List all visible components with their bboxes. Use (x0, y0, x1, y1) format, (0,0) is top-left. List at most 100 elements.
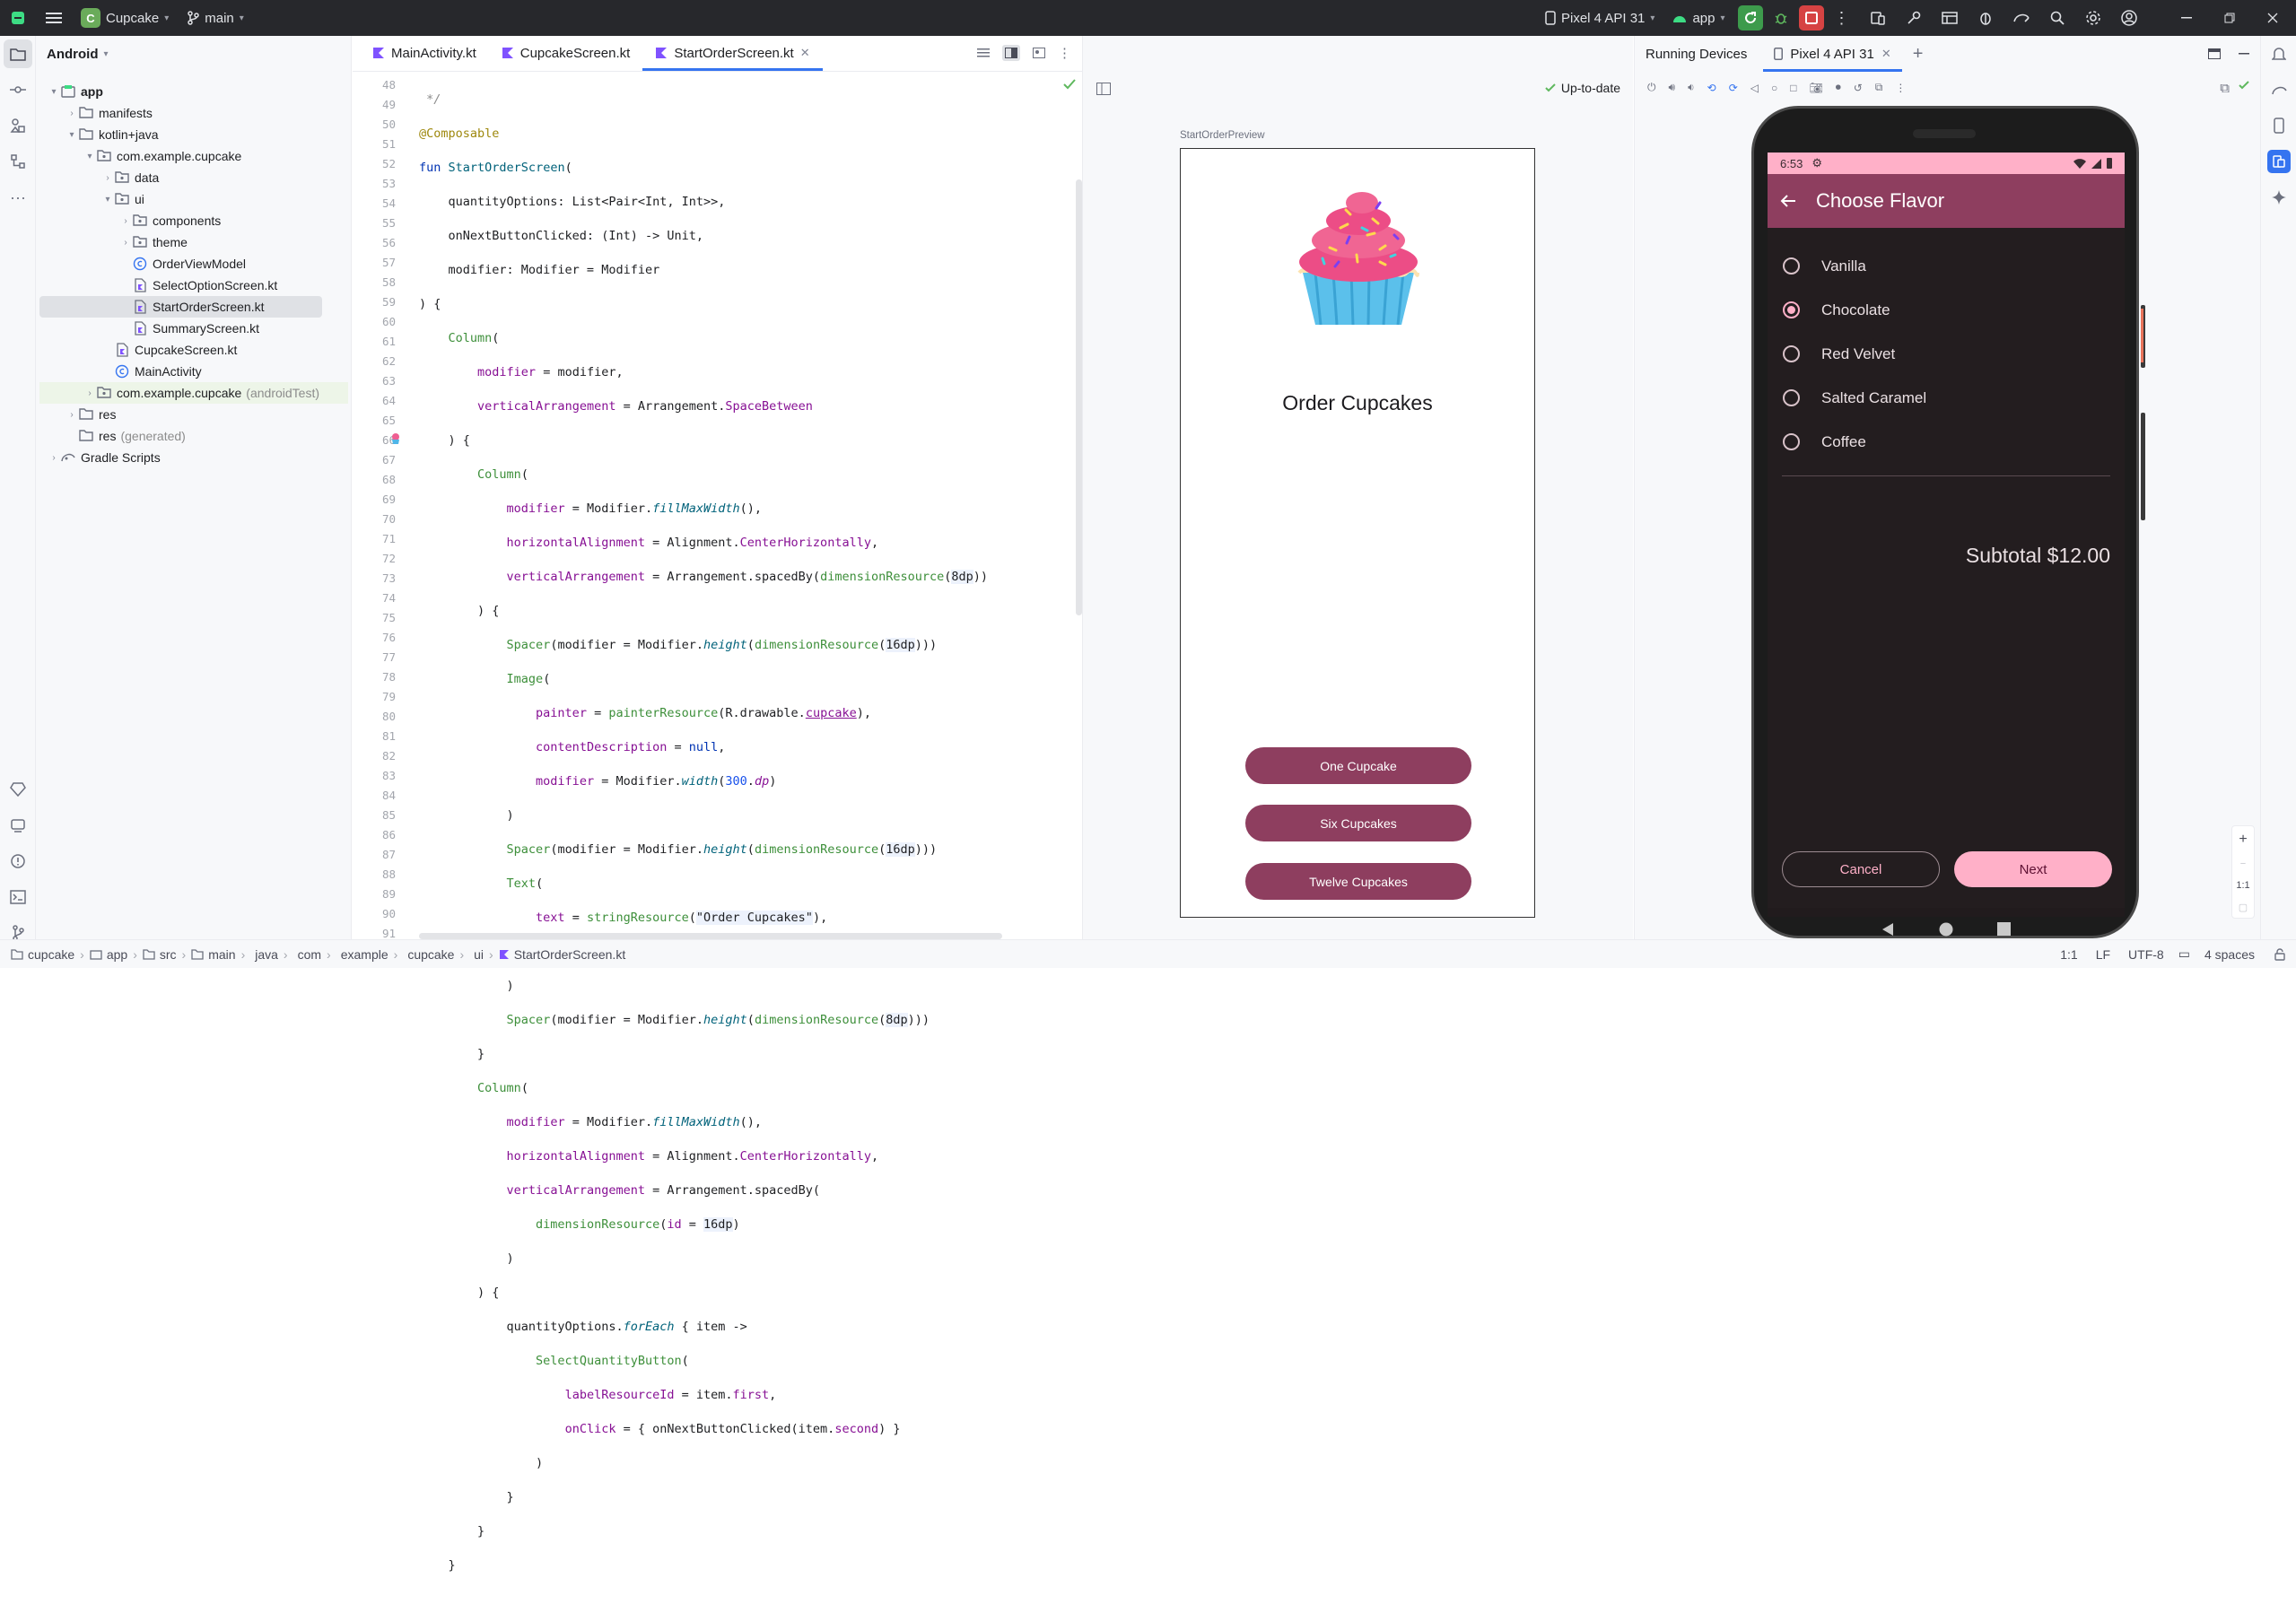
chevron-down-icon[interactable]: ▾ (100, 195, 115, 205)
tree-item[interactable]: › theme (39, 231, 348, 253)
project-view-selector[interactable]: Android ▾ (36, 36, 351, 72)
tab-cupcakescreen[interactable]: CupcakeScreen.kt (489, 35, 643, 71)
gem-icon[interactable] (0, 771, 36, 807)
project-tool-icon[interactable] (4, 39, 32, 68)
tree-item[interactable]: › com.example.cupcake (androidTest) (39, 382, 348, 404)
chevron-down-icon[interactable]: ▾ (83, 152, 97, 161)
flavor-option-salted-caramel[interactable]: Salted Caramel (1768, 376, 1926, 420)
rotate-right-icon[interactable]: ⟳ (1729, 82, 1738, 94)
reset-icon[interactable]: ↺ (1854, 82, 1863, 94)
mirror-icon[interactable]: ⧉ (2220, 81, 2230, 96)
chevron-down-icon[interactable]: ▾ (65, 130, 79, 140)
radio-button[interactable] (1783, 257, 1800, 275)
close-window-icon[interactable] (2251, 0, 2294, 36)
tree-item[interactable]: › Gradle Scripts (39, 447, 348, 468)
commit-tool-icon[interactable] (0, 72, 36, 108)
home-icon[interactable]: ○ (1771, 82, 1777, 94)
lock-icon[interactable] (2264, 947, 2296, 961)
restore-window-icon[interactable] (2208, 0, 2251, 36)
breadcrumb-item[interactable]: example (331, 947, 394, 962)
sdk-manager-icon[interactable] (1896, 0, 1932, 36)
cancel-button[interactable]: Cancel (1782, 851, 1940, 887)
power-icon[interactable]: ⏻ (1647, 81, 1656, 94)
tree-item[interactable]: ▾ app (39, 81, 348, 102)
horizontal-scrollbar[interactable] (419, 933, 1002, 939)
volume-up-icon[interactable]: 🔊︎ (1669, 81, 1676, 94)
tree-item[interactable]: CupcakeScreen.kt (39, 339, 348, 361)
indent-setting[interactable]: 4 spaces (2196, 947, 2264, 962)
zoom-out-icon[interactable]: − (2240, 853, 2246, 875)
device-manager-tool-icon[interactable] (2261, 108, 2296, 144)
zoom-in-icon[interactable]: + (2239, 826, 2247, 853)
snapshot-icon[interactable]: ⧉ (1875, 81, 1883, 94)
account-icon[interactable] (2111, 0, 2147, 36)
chevron-right-icon[interactable]: › (65, 410, 79, 420)
tree-item[interactable]: StartOrderScreen.kt (39, 296, 322, 318)
more-tools-icon[interactable]: ··· (0, 179, 36, 215)
screenshot-icon[interactable]: 📷︎ (1809, 82, 1822, 94)
main-menu-icon[interactable] (36, 0, 72, 36)
back-icon[interactable]: ◁ (1750, 82, 1759, 94)
tree-item[interactable]: › manifests (39, 102, 348, 124)
preview-frame[interactable]: Order Cupcakes One Cupcake Six Cupcakes … (1180, 148, 1535, 918)
code-text[interactable]: */ @Composable fun StartOrderScreen( qua… (419, 75, 1082, 1604)
breadcrumb-item[interactable]: StartOrderScreen.kt (493, 947, 632, 962)
run-config-selector[interactable]: app ▾ (1663, 0, 1733, 36)
project-switcher[interactable]: C Cupcake ▾ (72, 0, 178, 36)
close-icon[interactable]: ✕ (1881, 47, 1891, 61)
app-quality-icon[interactable] (1968, 0, 2004, 36)
preview-layout-icon[interactable] (1096, 83, 1111, 95)
branch-switcher[interactable]: main ▾ (178, 0, 253, 36)
breadcrumb-item[interactable]: com (288, 947, 327, 962)
tree-item[interactable]: › res (39, 404, 348, 425)
design-view-icon[interactable] (1033, 48, 1045, 58)
tree-item[interactable]: MainActivity (39, 361, 348, 382)
chevron-right-icon[interactable]: › (65, 109, 79, 118)
six-cupcakes-button[interactable]: Six Cupcakes (1245, 805, 1471, 841)
stop-button[interactable] (1798, 5, 1824, 31)
app-inspection-icon[interactable] (0, 807, 36, 843)
breadcrumb-item[interactable]: cupcake (5, 947, 80, 962)
flavor-option-chocolate[interactable]: Chocolate (1768, 288, 1890, 332)
resource-manager-icon[interactable] (0, 108, 36, 144)
vertical-scrollbar[interactable] (1076, 179, 1082, 615)
breadcrumb-item[interactable]: cupcake (397, 947, 459, 962)
running-devices-tool-icon[interactable] (2261, 144, 2296, 179)
nav-back-icon[interactable] (1881, 922, 1894, 937)
chevron-right-icon[interactable]: › (118, 216, 133, 226)
close-icon[interactable]: ✕ (800, 46, 810, 60)
radio-button[interactable] (1783, 433, 1800, 450)
notifications-icon[interactable] (2261, 36, 2296, 72)
rotate-left-icon[interactable]: ⟲ (1707, 82, 1716, 94)
tree-item[interactable]: ▾ ui (39, 188, 348, 210)
caret-position[interactable]: 1:1 (2051, 947, 2086, 962)
overview-icon[interactable]: □ (1790, 82, 1796, 94)
device-manager-icon[interactable] (1860, 0, 1896, 36)
breadcrumb-item[interactable]: app (84, 947, 133, 962)
tree-item[interactable]: › data (39, 167, 348, 188)
tree-item[interactable]: OrderViewModel (39, 253, 348, 275)
chevron-right-icon[interactable]: › (47, 453, 61, 463)
line-ending[interactable]: LF (2087, 947, 2119, 962)
structure-tool-icon[interactable] (0, 144, 36, 179)
tree-item[interactable]: SelectOptionScreen.kt (39, 275, 348, 296)
zoom-fit-icon[interactable]: ▢ (2239, 896, 2248, 918)
one-cupcake-button[interactable]: One Cupcake (1245, 747, 1471, 784)
twelve-cupcakes-button[interactable]: Twelve Cupcakes (1245, 863, 1471, 900)
more-actions-icon[interactable]: ⋮ (1058, 45, 1071, 61)
nav-home-icon[interactable] (1939, 922, 1953, 937)
device-selector[interactable]: Pixel 4 API 31 ▾ (1536, 0, 1663, 36)
chevron-down-icon[interactable]: ▾ (47, 87, 61, 97)
tab-mainactivity[interactable]: MainActivity.kt (360, 35, 489, 71)
flavor-option-vanilla[interactable]: Vanilla (1768, 244, 1866, 288)
tree-item[interactable]: res (generated) (39, 425, 348, 447)
flavor-option-coffee[interactable]: Coffee (1768, 420, 1866, 464)
edit-config-icon[interactable]: ▭ (2173, 946, 2196, 962)
chevron-right-icon[interactable]: › (100, 173, 115, 183)
minimize-window-icon[interactable] (2165, 0, 2208, 36)
problems-icon[interactable] (0, 843, 36, 879)
split-view-icon[interactable] (1002, 45, 1020, 61)
add-device-icon[interactable]: + (1906, 44, 1931, 65)
radio-button[interactable] (1783, 345, 1800, 362)
nav-overview-icon[interactable] (1997, 922, 2011, 936)
